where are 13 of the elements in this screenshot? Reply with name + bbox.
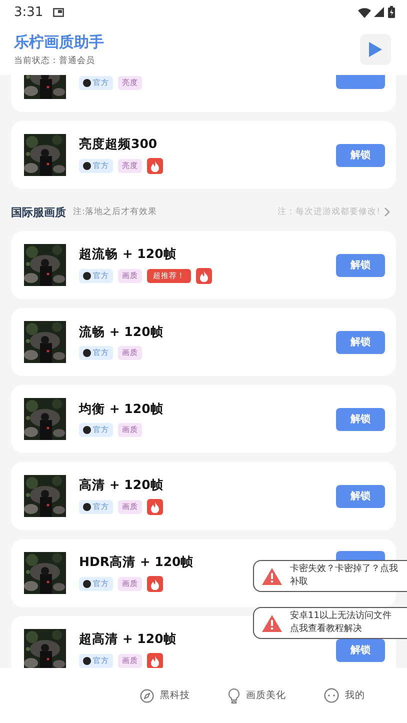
preset-title: 超高清 + 120帧 xyxy=(79,631,176,648)
preset-title: 高清 + 120帧 xyxy=(79,477,164,494)
section-note: 注:落地之后才有效果 xyxy=(73,206,158,218)
preset-title: 流畅 + 120帧 xyxy=(79,324,164,341)
clock: 3:31 xyxy=(14,4,44,20)
membership-status: 当前状态：普通会员 xyxy=(14,54,96,66)
preset-title: 亮度超频300 xyxy=(79,136,158,153)
section-hint: 注：每次进游戏都要修改! xyxy=(278,206,380,218)
section-title: 国际服画质 xyxy=(11,204,66,220)
preset-title: 超流畅 + 120帧 xyxy=(79,246,176,263)
preset-title: 均衡 + 120帧 xyxy=(79,401,164,418)
app-title: 乐柠画质助手 xyxy=(14,32,105,52)
preset-title: HDR高清 + 120帧 xyxy=(79,554,194,571)
